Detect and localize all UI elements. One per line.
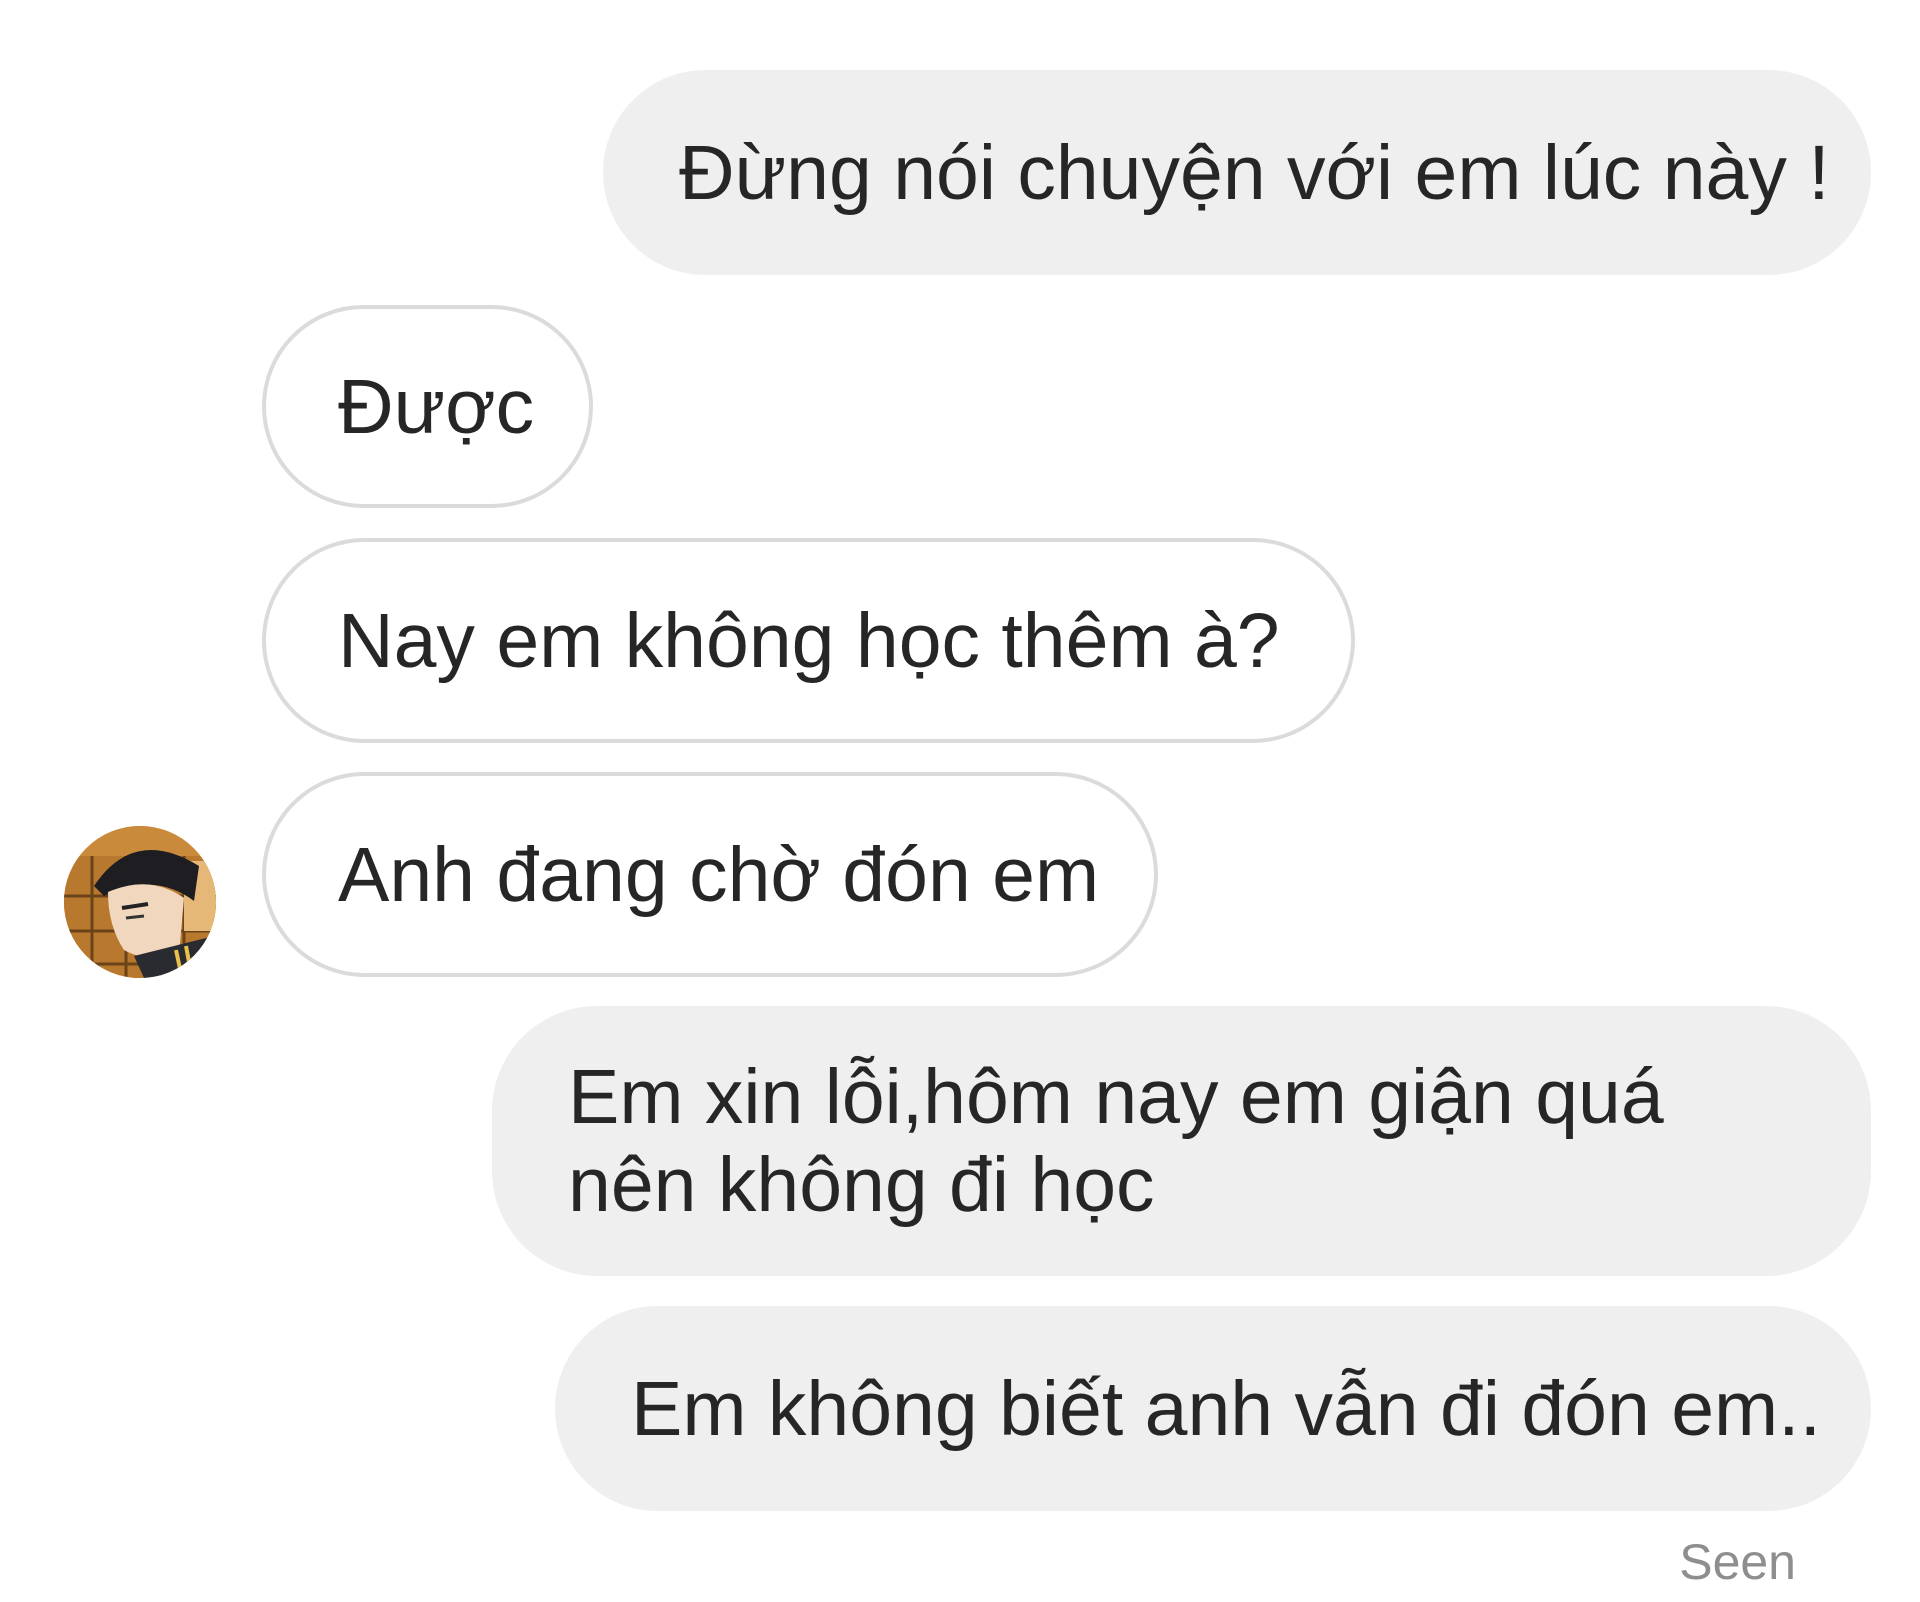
- sent-message-bubble[interactable]: Em không biết anh vẫn đi đón em..: [555, 1306, 1871, 1511]
- avatar-image-icon: [64, 826, 216, 978]
- received-message-bubble[interactable]: Được: [262, 305, 593, 508]
- contact-avatar[interactable]: [64, 826, 216, 978]
- message-text: Đừng nói chuyện với em lúc này !: [679, 129, 1830, 216]
- received-message-bubble[interactable]: Anh đang chờ đón em: [262, 772, 1158, 977]
- seen-status: Seen: [1679, 1534, 1796, 1590]
- message-text: Anh đang chờ đón em: [338, 831, 1100, 918]
- message-text: Em không biết anh vẫn đi đón em..: [631, 1365, 1821, 1452]
- message-text: Nay em không học thêm à?: [338, 597, 1280, 684]
- message-text: Em xin lỗi,hôm nay em giận quá nên không…: [568, 1054, 1664, 1228]
- received-message-bubble[interactable]: Nay em không học thêm à?: [262, 538, 1355, 743]
- sent-message-bubble[interactable]: Em xin lỗi,hôm nay em giận quá nên không…: [492, 1006, 1871, 1276]
- sent-message-bubble[interactable]: Đừng nói chuyện với em lúc này !: [603, 70, 1871, 275]
- message-text: Được: [338, 363, 535, 450]
